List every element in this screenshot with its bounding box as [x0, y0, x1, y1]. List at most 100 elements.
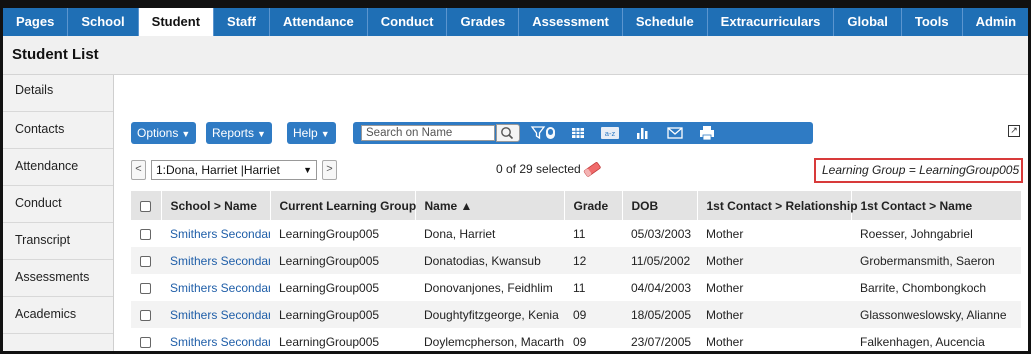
tab-staff[interactable]: Staff: [214, 8, 270, 36]
app-window: Pages School Student Staff Attendance Co…: [0, 0, 1031, 354]
tab-schedule[interactable]: Schedule: [623, 8, 708, 36]
relationship-cell: Mother: [706, 226, 744, 241]
grade-cell: 11: [573, 226, 586, 241]
grade-cell: 12: [564, 247, 622, 274]
dob-cell: 18/05/2005: [622, 301, 697, 328]
grade-cell: 09: [573, 334, 587, 349]
table-row[interactable]: Smithers Secondary LearningGroup005 Dona…: [131, 220, 1021, 247]
email-icon[interactable]: [666, 125, 684, 141]
school-link[interactable]: Smithers Secondary: [170, 254, 270, 268]
name-cell: Doughtyfitzgeorge, Kenia: [415, 301, 564, 328]
next-record-button[interactable]: >: [322, 160, 337, 180]
relationship-cell: Mother: [706, 280, 744, 295]
school-cell: Smithers Secondary: [161, 328, 270, 351]
table-row[interactable]: Smithers Secondary LearningGroup005 Dona…: [131, 247, 1021, 274]
filter-icon[interactable]: [530, 125, 558, 141]
school-link[interactable]: Smithers Secondary: [170, 227, 270, 241]
help-label: Help: [293, 126, 318, 140]
tab-admin[interactable]: Admin: [963, 8, 1028, 36]
row-checkbox[interactable]: [140, 255, 151, 267]
print-icon[interactable]: [698, 125, 716, 141]
options-button[interactable]: Options ▼: [131, 122, 197, 144]
tab-extracurriculars[interactable]: Extracurriculars: [708, 8, 835, 36]
student-grid: School > Name Current Learning Group Nam…: [131, 191, 1022, 351]
dob-cell: 11/05/2002: [622, 247, 697, 274]
table-row[interactable]: Smithers Secondary LearningGroup005 Doyl…: [131, 328, 1021, 351]
name-cell: Donatodias, Kwansub: [415, 247, 564, 274]
column-header[interactable]: Current Learning Group: [270, 191, 416, 220]
dob-cell: 05/03/2003: [631, 226, 692, 241]
select-all-checkbox[interactable]: [140, 200, 151, 212]
sidebar-item-assessments[interactable]: Assessments: [3, 260, 113, 297]
group-cell: LearningGroup005: [270, 247, 415, 274]
column-header[interactable]: DOB: [622, 191, 698, 220]
search-icon[interactable]: [496, 124, 520, 142]
search-input[interactable]: [361, 125, 495, 141]
school-link[interactable]: Smithers Secondary: [170, 308, 270, 322]
eraser-icon[interactable]: [582, 161, 602, 180]
sidebar-item-conduct[interactable]: Conduct: [3, 186, 113, 223]
row-select-cell: [131, 328, 161, 351]
column-header[interactable]: Name ▲: [415, 191, 565, 220]
tab-school[interactable]: School: [68, 8, 139, 36]
row-select-cell: [131, 247, 161, 274]
title-bar: Student List: [3, 36, 1028, 75]
search-toolbar: a-z: [353, 122, 813, 144]
sidebar-item-details[interactable]: Details: [3, 75, 113, 112]
relationship-cell: Mother: [697, 301, 851, 328]
tab-assessment[interactable]: Assessment: [519, 8, 623, 36]
chevron-down-icon: ▼: [303, 165, 312, 175]
caret-down-icon: ▼: [181, 129, 191, 139]
school-cell: Smithers Secondary: [161, 220, 270, 247]
school-cell: Smithers Secondary: [161, 301, 270, 328]
expand-icon[interactable]: ↗: [1008, 125, 1020, 137]
grade-cell: 11: [573, 280, 586, 295]
record-select[interactable]: 1:Dona, Harriet |Harriet ▼: [151, 160, 317, 180]
table-row[interactable]: Smithers Secondary LearningGroup005 Doug…: [131, 301, 1021, 328]
tab-tools[interactable]: Tools: [902, 8, 963, 36]
tab-student[interactable]: Student: [138, 8, 215, 36]
tab-conduct[interactable]: Conduct: [368, 8, 448, 36]
contact-name-cell: Roesser, Johngabriel: [860, 226, 973, 241]
grid-view-icon[interactable]: [570, 125, 586, 141]
column-header[interactable]: Grade: [564, 191, 623, 220]
sidebar-item-academics[interactable]: Academics: [3, 297, 113, 334]
previous-record-button[interactable]: <: [131, 160, 146, 180]
help-button[interactable]: Help ▼: [287, 122, 336, 144]
sidebar-item-attendance[interactable]: Attendance: [3, 149, 113, 186]
sidebar-item-contacts[interactable]: Contacts: [3, 112, 113, 149]
sidebar-item-transcript[interactable]: Transcript: [3, 223, 113, 260]
column-header[interactable]: School > Name: [161, 191, 271, 220]
row-select-cell: [131, 274, 161, 301]
row-checkbox[interactable]: [140, 336, 151, 348]
chart-icon[interactable]: [634, 125, 650, 141]
reports-label: Reports: [212, 126, 255, 140]
column-header[interactable]: 1st Contact > Name: [851, 191, 1022, 220]
row-checkbox[interactable]: [140, 228, 151, 240]
grade-cell: 09: [564, 301, 622, 328]
row-checkbox[interactable]: [140, 282, 151, 294]
sort-icon[interactable]: a-z: [600, 125, 620, 141]
group-cell: LearningGroup005: [279, 226, 380, 241]
reports-button[interactable]: Reports ▼: [206, 122, 272, 144]
row-select-cell: [131, 301, 161, 328]
column-header[interactable]: 1st Contact > Relationship: [697, 191, 858, 220]
tab-global[interactable]: Global: [834, 8, 902, 36]
row-checkbox[interactable]: [140, 309, 151, 321]
caret-down-icon: ▼: [320, 129, 330, 139]
tab-grades[interactable]: Grades: [447, 8, 520, 36]
caret-down-icon: ▼: [257, 129, 266, 139]
school-cell: Smithers Secondary: [161, 274, 270, 301]
row-select-cell: [131, 220, 161, 247]
name-cell: Donovanjones, Feidhlim: [424, 280, 553, 295]
name-cell: Doylemcpherson, Macarthur: [424, 334, 564, 349]
table-row[interactable]: Smithers Secondary LearningGroup005 Dono…: [131, 274, 1021, 301]
tab-pages[interactable]: Pages: [3, 8, 69, 36]
active-filter-label: Learning Group = LearningGroup005: [814, 158, 1023, 183]
side-navigation: Details Contacts Attendance Conduct Tran…: [3, 75, 114, 351]
school-link[interactable]: Smithers Secondary: [170, 335, 270, 349]
school-link[interactable]: Smithers Secondary: [170, 281, 270, 295]
tab-attendance[interactable]: Attendance: [270, 8, 368, 36]
group-cell: LearningGroup005: [270, 301, 415, 328]
group-cell: LearningGroup005: [279, 334, 380, 349]
